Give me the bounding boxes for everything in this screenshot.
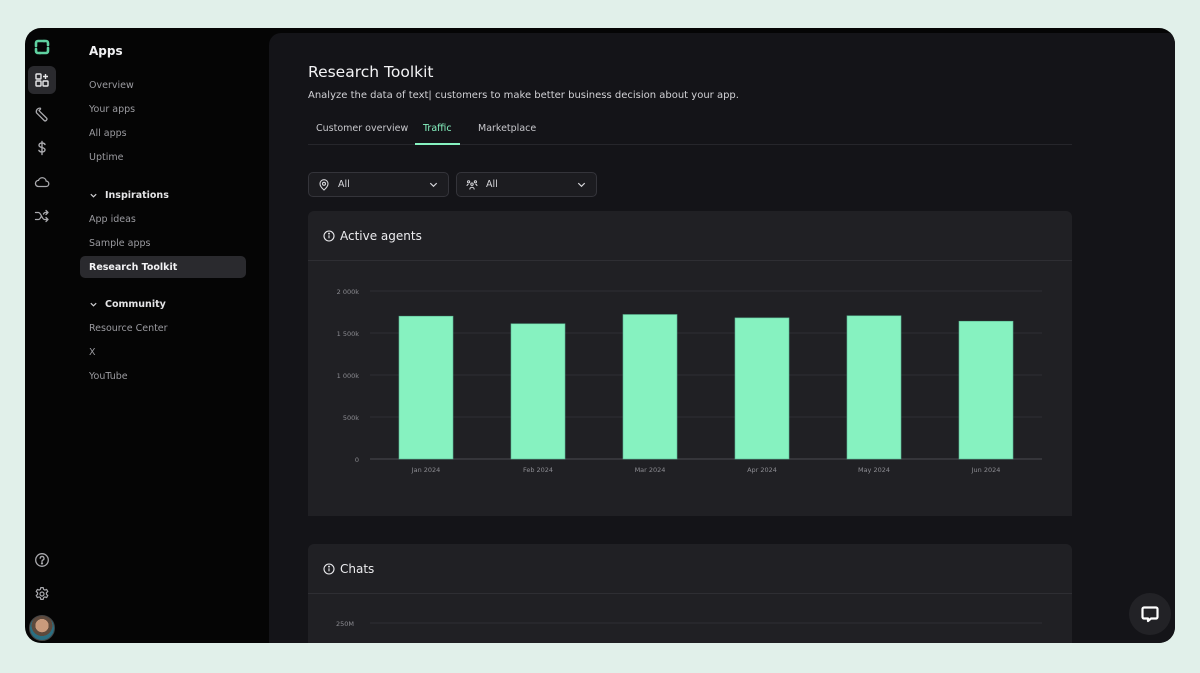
users-group-icon: [466, 179, 478, 190]
chats-chart: 250M: [336, 620, 1042, 628]
icon-rail: [25, 28, 61, 643]
sidebar-item-all-apps[interactable]: All apps: [80, 122, 246, 144]
info-icon[interactable]: [323, 229, 335, 242]
gear-icon: [35, 587, 49, 600]
rail-help-button[interactable]: [28, 546, 56, 574]
chats-card: Chats 250M: [308, 544, 1072, 643]
chat-bubble-icon: [1141, 606, 1159, 623]
card-header: Chats: [308, 544, 1072, 594]
info-icon[interactable]: [323, 562, 335, 575]
apps-grid-icon: [35, 73, 49, 87]
bar[interactable]: [846, 315, 902, 460]
active-agents-chart: 0 500k 1 000k 1 500k 2 000k Jan 2024 Feb 2024 M…: [337, 288, 1042, 474]
sidebar-item-your-apps[interactable]: Your apps: [80, 98, 246, 120]
audience-filter-select[interactable]: All: [456, 172, 597, 197]
sidebar-item-sample-apps[interactable]: Sample apps: [80, 232, 246, 254]
shuffle-icon: [34, 209, 49, 223]
app-window: Apps Overview Your apps All apps Uptime …: [25, 28, 1175, 643]
y-tick-label: 1 000k: [337, 372, 360, 380]
tab-customer-overview[interactable]: Customer overview: [316, 123, 408, 145]
chevron-down-icon: [577, 182, 586, 188]
sidebar-nav: Apps Overview Your apps All apps Uptime …: [80, 28, 270, 643]
y-tick-label: 1 500k: [337, 330, 360, 338]
x-tick-label: Feb 2024: [523, 466, 553, 474]
sidebar-item-research-toolkit[interactable]: Research Toolkit: [80, 256, 246, 278]
section-inspirations-toggle[interactable]: Inspirations: [89, 190, 169, 201]
card-header: Active agents: [308, 211, 1072, 261]
rail-tools-button[interactable]: [28, 100, 56, 128]
y-tick-label: 500k: [343, 414, 359, 422]
sidebar-item-overview[interactable]: Overview: [80, 74, 246, 96]
nav-title: Apps: [89, 44, 123, 58]
sidebar-item-resource-center[interactable]: Resource Center: [80, 317, 246, 339]
page-description: Analyze the data of text| customers to m…: [308, 90, 739, 101]
page-title: Research Toolkit: [308, 63, 434, 81]
rail-cloud-button[interactable]: [28, 168, 56, 196]
sidebar-item-uptime[interactable]: Uptime: [80, 146, 246, 168]
wrench-icon: [35, 107, 48, 122]
y-tick-label: 0: [355, 456, 359, 464]
sidebar-item-x[interactable]: X: [80, 341, 246, 363]
x-tick-label: Mar 2024: [635, 466, 666, 474]
sidebar-item-youtube[interactable]: YouTube: [80, 365, 246, 387]
rail-billing-button[interactable]: [28, 134, 56, 162]
chevron-down-icon: [90, 193, 97, 198]
bar[interactable]: [958, 320, 1014, 460]
section-label: Inspirations: [105, 190, 169, 201]
audience-filter-value: All: [486, 179, 498, 190]
help-icon: [35, 553, 49, 567]
rail-settings-button[interactable]: [28, 580, 56, 608]
location-filter-value: All: [338, 179, 350, 190]
rail-apps-button[interactable]: [28, 66, 56, 94]
cloud-icon: [34, 177, 50, 188]
y-tick-label: 250M: [336, 620, 354, 628]
sidebar-item-app-ideas[interactable]: App ideas: [80, 208, 246, 230]
y-tick-label: 2 000k: [337, 288, 360, 296]
bar[interactable]: [398, 315, 454, 460]
location-filter-select[interactable]: All: [308, 172, 449, 197]
section-community-toggle[interactable]: Community: [89, 299, 166, 310]
card-title: Active agents: [340, 228, 422, 243]
chevron-down-icon: [90, 302, 97, 307]
card-title: Chats: [340, 561, 375, 576]
tab-traffic[interactable]: Traffic: [415, 123, 460, 145]
active-agents-card: Active agents 0 500k 1 000k 1 500k 2 000k Jan…: [308, 211, 1072, 516]
bar[interactable]: [622, 314, 678, 460]
bar[interactable]: [734, 317, 790, 460]
bar[interactable]: [510, 323, 566, 460]
support-chat-button[interactable]: [1129, 593, 1171, 635]
x-tick-label: May 2024: [858, 466, 890, 474]
main-content: Research Toolkit Analyze the data of tex…: [269, 33, 1175, 643]
chevron-down-icon: [429, 182, 438, 188]
dollar-icon: [38, 140, 46, 156]
tab-marketplace[interactable]: Marketplace: [478, 123, 536, 145]
rail-integrations-button[interactable]: [28, 202, 56, 230]
tab-bar: Customer overview Traffic Marketplace: [308, 115, 1072, 145]
location-pin-icon: [319, 178, 329, 191]
x-tick-label: Jan 2024: [411, 466, 441, 474]
user-avatar[interactable]: [29, 615, 55, 641]
x-tick-label: Apr 2024: [747, 466, 777, 474]
logo-icon[interactable]: [33, 38, 51, 56]
section-label: Community: [105, 299, 166, 310]
x-tick-label: Jun 2024: [971, 466, 1001, 474]
